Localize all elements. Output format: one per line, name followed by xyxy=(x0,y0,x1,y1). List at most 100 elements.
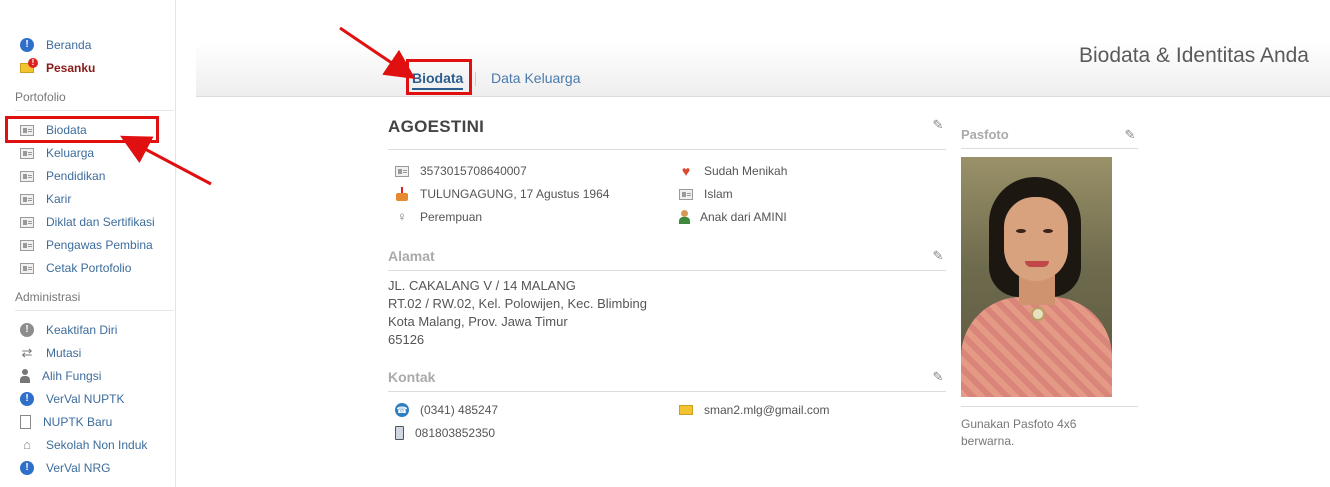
sidebar-item-label: Pesanku xyxy=(46,61,96,75)
page-title: Biodata & Identitas Anda xyxy=(1078,44,1309,67)
sidebar-heading-administrasi: Administrasi xyxy=(15,290,174,311)
id-card-icon xyxy=(20,216,34,228)
sidebar-item-label: Beranda xyxy=(46,38,92,52)
child-icon xyxy=(679,210,690,224)
email-value: sman2.mlg@gmail.com xyxy=(704,403,830,417)
sidebar-item-label: Pengawas Pembina xyxy=(46,238,153,252)
sidebar-item-label: Keaktifan Diri xyxy=(46,323,118,337)
sidebar: ! Beranda ! Pesanku Portofolio Biodata K… xyxy=(0,0,176,487)
sidebar-item-sekolah-non-induk[interactable]: ⌂ Sekolah Non Induk xyxy=(20,436,147,454)
id-card-icon xyxy=(20,147,34,159)
sidebar-item-label: Keluarga xyxy=(46,146,95,160)
phone-icon: ☎ xyxy=(395,403,409,417)
religion-row: Islam xyxy=(679,185,733,203)
sidebar-item-label: Pendidikan xyxy=(46,169,106,183)
id-card-icon xyxy=(20,239,34,251)
phone-value: (0341) 485247 xyxy=(420,403,499,417)
divider xyxy=(388,270,946,271)
envelope-icon xyxy=(679,405,693,415)
sidebar-item-label: Sekolah Non Induk xyxy=(46,438,148,452)
nik-value: 3573015708640007 xyxy=(420,164,527,178)
sidebar-item-alih-fungsi[interactable]: Alih Fungsi xyxy=(20,367,101,385)
sidebar-item-label: Alih Fungsi xyxy=(42,369,102,383)
female-icon: ♀ xyxy=(397,209,407,224)
address-line: RT.02 / RW.02, Kel. Polowijen, Kec. Blim… xyxy=(388,296,647,311)
id-card-icon xyxy=(20,262,34,274)
grey-info-icon: ! xyxy=(20,323,34,337)
page-header: Biodata & Identitas Anda Biodata Data Ke… xyxy=(196,42,1330,97)
highlight-box-tab xyxy=(406,59,472,95)
sidebar-item-label: VerVal NRG xyxy=(46,461,111,475)
sidebar-item-cetak-portofolio[interactable]: Cetak Portofolio xyxy=(20,259,131,277)
mobile-phone-icon xyxy=(395,426,404,440)
divider xyxy=(388,149,946,150)
divider xyxy=(961,406,1138,407)
info-icon: ! xyxy=(20,38,34,52)
email-row: sman2.mlg@gmail.com xyxy=(679,401,830,419)
profile-name: AGOESTINI xyxy=(388,117,485,136)
sidebar-item-pendidikan[interactable]: Pendidikan xyxy=(20,167,105,185)
id-card-icon xyxy=(395,165,409,177)
sidebar-item-verval-nuptk[interactable]: ! VerVal NUPTK xyxy=(20,390,124,408)
sidebar-item-pengawas-pembina[interactable]: Pengawas Pembina xyxy=(20,236,153,254)
house-icon: ⌂ xyxy=(23,437,31,452)
nik-row: 3573015708640007 xyxy=(395,162,527,180)
parent-value: Anak dari AMINI xyxy=(700,210,787,224)
address-line: Kota Malang, Prov. Jawa Timur xyxy=(388,314,568,329)
edit-alamat-pencil-icon[interactable]: ✎ xyxy=(931,249,945,263)
sidebar-item-nuptk-baru[interactable]: NUPTK Baru xyxy=(20,413,112,431)
birth-value: TULUNGAGUNG, 17 Agustus 1964 xyxy=(420,187,610,201)
marital-value: Sudah Menikah xyxy=(704,164,788,178)
cake-icon xyxy=(395,187,409,201)
sidebar-item-label: VerVal NUPTK xyxy=(46,392,125,406)
sidebar-item-label: Mutasi xyxy=(46,346,82,360)
tab-data-keluarga[interactable]: Data Keluarga xyxy=(491,70,581,86)
gender-row: ♀ Perempuan xyxy=(395,208,482,226)
info-icon: ! xyxy=(20,461,34,475)
alamat-title: Alamat xyxy=(388,248,435,264)
id-card-icon xyxy=(20,170,34,182)
kontak-title: Kontak xyxy=(388,369,436,385)
sidebar-item-pesanku[interactable]: ! Pesanku xyxy=(20,58,96,77)
id-card-icon xyxy=(679,188,693,200)
id-card-icon xyxy=(20,193,34,205)
address-line: JL. CAKALANG V / 14 MALANG xyxy=(388,278,576,293)
sidebar-item-beranda[interactable]: ! Beranda xyxy=(20,36,91,54)
swap-icon: ⇄ xyxy=(21,345,33,360)
sidebar-item-verval-nrg[interactable]: ! VerVal NRG xyxy=(20,459,110,477)
sidebar-item-label: Cetak Portofolio xyxy=(46,261,132,275)
sidebar-item-label: NUPTK Baru xyxy=(43,415,113,429)
highlight-box-sidebar xyxy=(5,116,159,143)
sidebar-item-keaktifan-diri[interactable]: ! Keaktifan Diri xyxy=(20,321,117,339)
edit-profile-pencil-icon[interactable]: ✎ xyxy=(931,118,945,132)
birth-row: TULUNGAGUNG, 17 Agustus 1964 xyxy=(395,185,609,203)
sidebar-item-label: Diklat dan Sertifikasi xyxy=(46,215,155,229)
edit-kontak-pencil-icon[interactable]: ✎ xyxy=(931,370,945,384)
sidebar-item-mutasi[interactable]: ⇄ Mutasi xyxy=(20,344,82,362)
parent-row: Anak dari AMINI xyxy=(679,208,787,226)
sidebar-heading-portofolio: Portofolio xyxy=(15,90,174,111)
phone-row: ☎ (0341) 485247 xyxy=(395,401,498,419)
divider xyxy=(388,391,946,392)
religion-value: Islam xyxy=(704,187,733,201)
mobile-value: 081803852350 xyxy=(415,426,496,440)
profile-photo xyxy=(961,157,1112,397)
pasfoto-note: Gunakan Pasfoto 4x6 berwarna. xyxy=(961,417,1077,448)
heart-icon: ♥ xyxy=(681,163,691,179)
mail-alert-icon: ! xyxy=(20,58,38,73)
person-icon xyxy=(20,369,30,383)
document-icon xyxy=(20,415,31,429)
edit-pasfoto-pencil-icon[interactable]: ✎ xyxy=(1123,128,1137,142)
sidebar-item-karir[interactable]: Karir xyxy=(20,190,71,208)
gender-value: Perempuan xyxy=(420,210,483,224)
marital-row: ♥ Sudah Menikah xyxy=(679,162,788,180)
info-icon: ! xyxy=(20,392,34,406)
tab-divider xyxy=(475,72,476,86)
sidebar-item-label: Karir xyxy=(46,192,72,206)
mobile-row: 081803852350 xyxy=(395,424,495,442)
sidebar-item-keluarga[interactable]: Keluarga xyxy=(20,144,94,162)
address-line: 65126 xyxy=(388,332,425,347)
sidebar-item-diklat[interactable]: Diklat dan Sertifikasi xyxy=(20,213,155,231)
pasfoto-title: Pasfoto xyxy=(961,127,1009,142)
divider xyxy=(961,148,1138,149)
